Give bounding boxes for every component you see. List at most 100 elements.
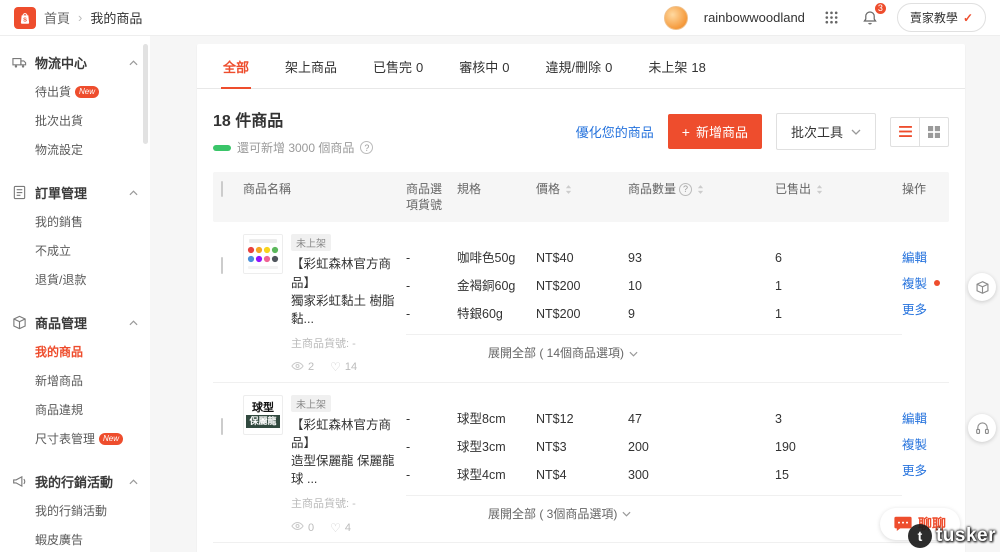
quota-help-icon[interactable]: ? (360, 141, 374, 154)
products-icon (12, 315, 27, 330)
price-sort-icon[interactable] (565, 184, 572, 195)
action-copy[interactable]: 複製 (902, 437, 949, 454)
tab-count: 18 (691, 60, 706, 75)
action-more[interactable]: 更多 (902, 302, 949, 319)
qty-help-icon[interactable]: ? (679, 182, 693, 196)
product-stats: 2 ♡ 14 (291, 361, 398, 374)
list-view-icon[interactable] (890, 116, 920, 147)
column-header-spec: 規格 (457, 182, 482, 196)
support-float-button[interactable] (968, 414, 996, 442)
action-edit[interactable]: 編輯 (902, 250, 949, 267)
chevron-down-icon (851, 129, 861, 135)
sidebar-item[interactable]: 我的銷售 (0, 207, 150, 236)
variant-price: NT$3 (536, 439, 567, 454)
product-title-line: 【彩虹森林官方商品】 (291, 257, 392, 290)
variant-price: NT$200 (536, 307, 581, 322)
sidebar-item-label: 退貨/退款 (35, 273, 87, 287)
tab-未上架[interactable]: 未上架 18 (646, 44, 707, 88)
products-table: 商品名稱 商品選項貨號 規格 價格 商品數量 ? 已售出 操作 未上架 【彩虹森… (213, 172, 949, 552)
sold-sort-icon[interactable] (816, 184, 823, 195)
variant-row: - 金褐銅60g NT$200 10 1 (406, 278, 902, 295)
variants-cell: - 咖啡色50g NT$40 93 6 - 金褐銅60g NT$200 10 1 - 特銀60g NT$… (406, 234, 902, 374)
sidebar-item[interactable]: 尺寸表管理 New (0, 424, 150, 453)
sidebar-item-label: 尺寸表管理 (35, 432, 96, 446)
shopee-logo-icon[interactable]: S (14, 6, 36, 29)
sidebar-section-header[interactable]: 商品管理 (0, 308, 150, 337)
sidebar-item-label: 蝦皮廣告 (35, 533, 84, 547)
select-all-checkbox[interactable] (221, 181, 223, 197)
chevron-up-icon (129, 478, 138, 485)
orders-icon (12, 185, 27, 200)
chat-button[interactable]: 聊聊 (880, 508, 960, 540)
chat-bubble-icon (894, 516, 912, 531)
sidebar-item[interactable]: 退貨/退款 (0, 265, 150, 294)
sidebar-section-header[interactable]: 物流中心 (0, 48, 150, 77)
sidebar-item[interactable]: 商品違規 (0, 395, 150, 424)
expand-all-link[interactable]: 展開全部 ( 14個商品選項) (406, 334, 902, 365)
optimize-products-link[interactable]: 優化您的商品 (576, 122, 654, 141)
sidebar-item[interactable]: 我的行銷活動 (0, 496, 150, 525)
column-header-qty: 商品數量 (628, 182, 677, 196)
status-badge: 未上架 (291, 234, 331, 252)
batch-tools-label: 批次工具 (790, 125, 843, 140)
tab-違規/刪除[interactable]: 違規/刪除 0 (544, 44, 615, 88)
sidebar-item[interactable]: 我的商品 (0, 337, 150, 366)
package-float-button[interactable] (968, 273, 996, 301)
heart-icon: ♡ (330, 520, 341, 535)
sidebar-item[interactable]: 批次出貨 (0, 106, 150, 135)
likes-stat: ♡ 14 (330, 361, 357, 373)
breadcrumb-separator-icon: › (78, 10, 83, 25)
sidebar-section-header[interactable]: 訂單管理 (0, 178, 150, 207)
sidebar-item[interactable]: 蝦皮廣告 (0, 525, 150, 552)
row-checkbox[interactable] (221, 417, 223, 435)
expand-all-link[interactable]: 展開全部 ( 3個商品選項) (406, 494, 902, 526)
tab-架上商品[interactable]: 架上商品 (283, 44, 339, 88)
sidebar-item[interactable]: 待出貨 New (0, 77, 150, 106)
apps-grid-icon[interactable] (821, 7, 843, 29)
qty-sort-icon[interactable] (697, 184, 704, 195)
avatar[interactable] (663, 5, 688, 30)
row-checkbox[interactable] (221, 257, 223, 275)
tab-審核中[interactable]: 審核中 0 (457, 44, 511, 88)
check-icon: ✓ (962, 10, 973, 25)
variant-qty: 10 (628, 279, 642, 294)
sidebar-section: 物流中心待出貨 New 批次出貨物流設定 (0, 48, 150, 164)
expand-all-label: 展開全部 ( 14個商品選項) (488, 346, 625, 361)
product-title-line: 獨家彩虹黏土 樹脂黏... (291, 293, 395, 326)
action-more[interactable]: 更多 (902, 463, 949, 480)
sidebar-section-header[interactable]: 我的行銷活動 (0, 467, 150, 496)
variant-row: - 特銀60g NT$200 9 1 (406, 306, 902, 323)
table-row: 未上架 【彩虹森林官方商品】 獨家彩虹黏土 樹脂黏... 主商品貨號: - 2 ♡ 14 - 咖… (213, 222, 949, 383)
tab-已售完[interactable]: 已售完 0 (371, 44, 425, 88)
sidebar-section: 我的行銷活動我的行銷活動蝦皮廣告優惠券蝦皮聯盟行銷服務New (0, 467, 150, 552)
variant-spec: 球型3cm (457, 439, 506, 454)
tab-count: 0 (605, 60, 613, 75)
styrofoam-ball-image: 球型 保麗龍 (243, 394, 283, 435)
variant-row: - 球型8cm NT$12 47 3 (406, 411, 902, 428)
tab-全部[interactable]: 全部 (221, 44, 252, 89)
seller-education-label: 賣家教學 (909, 11, 958, 25)
notification-bell-icon[interactable]: 3 (859, 0, 888, 29)
variant-sold: 3 (775, 411, 782, 426)
sidebar-item-label: 待出貨 (35, 85, 72, 99)
product-title-line: 造型保麗龍 保麗龍球 ... (291, 454, 395, 487)
username[interactable]: rainbowwoodland (704, 10, 805, 25)
sidebar-item-label: 物流設定 (35, 143, 84, 157)
breadcrumb-home[interactable]: 首頁 (44, 8, 70, 27)
sidebar-item[interactable]: 物流設定 (0, 135, 150, 164)
add-product-label: 新增商品 (695, 125, 748, 140)
batch-tools-button[interactable]: 批次工具 (775, 113, 876, 150)
grid-view-icon[interactable] (919, 116, 949, 147)
sidebar-item[interactable]: 不成立 (0, 236, 150, 265)
quota-progress-bar (213, 144, 231, 151)
sidebar-item[interactable]: 新增商品 (0, 366, 150, 395)
main-content: 全部 架上商品 已售完 0 審核中 0 違規/刪除 0 未上架 18 18 件商品 還可新增 30… (150, 36, 1000, 552)
sidebar-item-label: 商品違規 (35, 403, 84, 417)
action-edit[interactable]: 編輯 (902, 411, 949, 428)
action-copy[interactable]: 複製 (902, 276, 949, 293)
add-product-button[interactable]: + 新增商品 (667, 114, 762, 149)
sidebar-scrollbar[interactable] (143, 44, 148, 144)
seller-education-button[interactable]: 賣家教學 ✓ (896, 3, 986, 32)
sidebar-section-title: 物流中心 (35, 56, 88, 71)
expand-all-label: 展開全部 ( 3個商品選項) (488, 506, 618, 521)
